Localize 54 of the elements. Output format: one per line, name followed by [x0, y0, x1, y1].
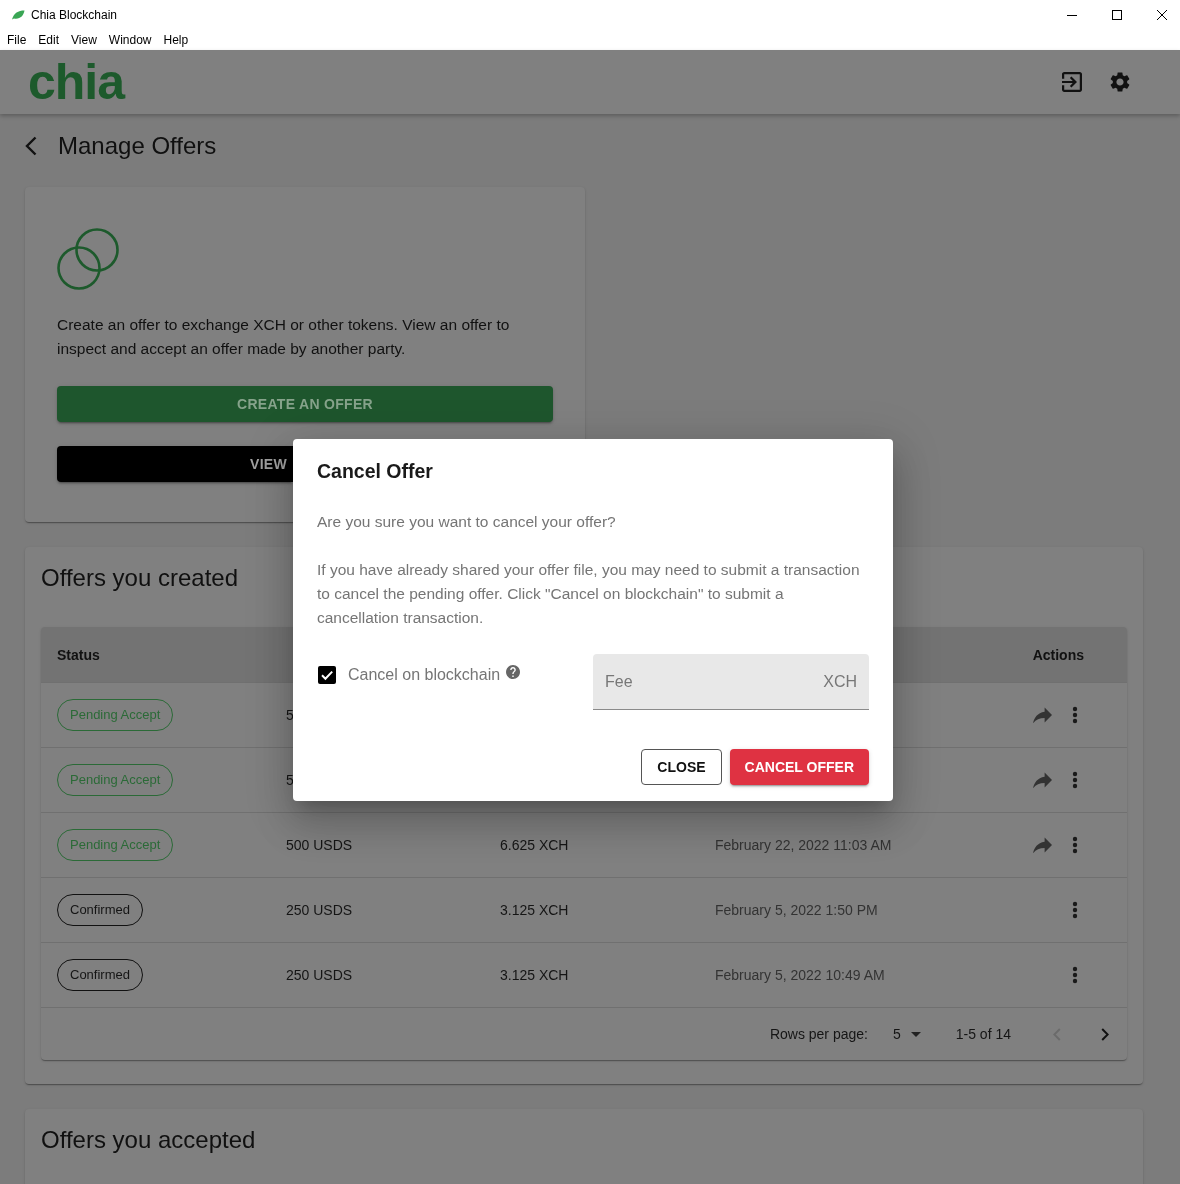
rows-per-page-select[interactable]: 5: [892, 1023, 921, 1045]
amount-text: 5: [286, 707, 294, 723]
checkbox[interactable]: [318, 666, 336, 684]
menu-item[interactable]: Help: [163, 31, 189, 49]
checkbox-label[interactable]: Cancel on blockchain: [348, 666, 501, 684]
close-button[interactable]: CLOSE: [641, 749, 722, 785]
menu-item[interactable]: Window: [108, 31, 152, 49]
more-options-icon[interactable]: [1072, 836, 1078, 854]
cancel-offer-button[interactable]: CANCEL OFFER: [729, 749, 869, 785]
date-text: February 5, 2022 1:50 PM: [715, 902, 878, 918]
more-options-icon[interactable]: [1072, 966, 1078, 984]
rows-per-page-label: Rows per page:: [769, 1024, 868, 1044]
dialog-title: Cancel Offer: [317, 459, 433, 484]
more-options-icon[interactable]: [1072, 901, 1078, 919]
window-title: Chia Blockchain: [31, 7, 118, 24]
view-offer-button[interactable]: VIEW: [57, 446, 293, 482]
more-options-icon[interactable]: [1072, 771, 1078, 789]
logo: chia: [28, 57, 125, 107]
menu-item[interactable]: File: [7, 31, 27, 49]
dialog-text: Are you sure you want to cancel your offer?: [317, 512, 617, 532]
share-icon[interactable]: [1033, 707, 1052, 723]
settings-icon[interactable]: [1110, 72, 1130, 92]
section-title: Offers you accepted: [41, 1125, 256, 1155]
date-text: February 5, 2022 10:49 AM: [715, 967, 885, 983]
next-page-icon[interactable]: [1101, 1027, 1109, 1041]
dialog-text: If you have already shared your offer file, you may need to submit a transaction to cancel the pending offer. Click "Cancel on blockchain" to submit a cancellation transaction.: [317, 560, 861, 628]
amount-text: 250 USDS: [286, 902, 353, 918]
amount-text: 500 USDS: [286, 837, 353, 853]
column-header: Actions: [1032, 646, 1084, 663]
unit-label: XCH: [823, 672, 857, 692]
share-icon[interactable]: [1033, 772, 1052, 788]
maximize-icon[interactable]: [1112, 10, 1122, 20]
date-text: February 22, 2022 11:03 AM: [715, 837, 892, 853]
caret-icon: [910, 1031, 921, 1037]
arrow-into-box-icon[interactable]: [1062, 72, 1082, 92]
share-icon[interactable]: [1033, 837, 1052, 853]
close-icon[interactable]: [1157, 10, 1167, 20]
menu-item[interactable]: View: [71, 31, 97, 49]
column-header: Status: [57, 646, 100, 663]
menu-item[interactable]: Edit: [38, 31, 60, 49]
amount-text: 5: [286, 772, 294, 788]
help-icon[interactable]: [506, 665, 521, 679]
amount-text: 3.125 XCH: [500, 967, 569, 983]
amount-text: 6.625 XCH: [500, 837, 569, 853]
intro-text: Create an offer to exchange XCH or other tokens. View an offer to inspect and accept an offer made by another party.: [57, 315, 511, 359]
page-range-text: 1-5 of 14: [955, 1024, 1011, 1044]
amount-text: 3.125 XCH: [500, 902, 569, 918]
more-options-icon[interactable]: [1072, 706, 1078, 724]
amount-text: 250 USDS: [286, 967, 353, 983]
leaf-icon: [11, 10, 25, 20]
rings-icon: [57, 228, 119, 290]
back-icon[interactable]: [25, 136, 37, 156]
page-title: Manage Offers: [58, 131, 217, 161]
section-title: Offers you created: [41, 563, 238, 593]
